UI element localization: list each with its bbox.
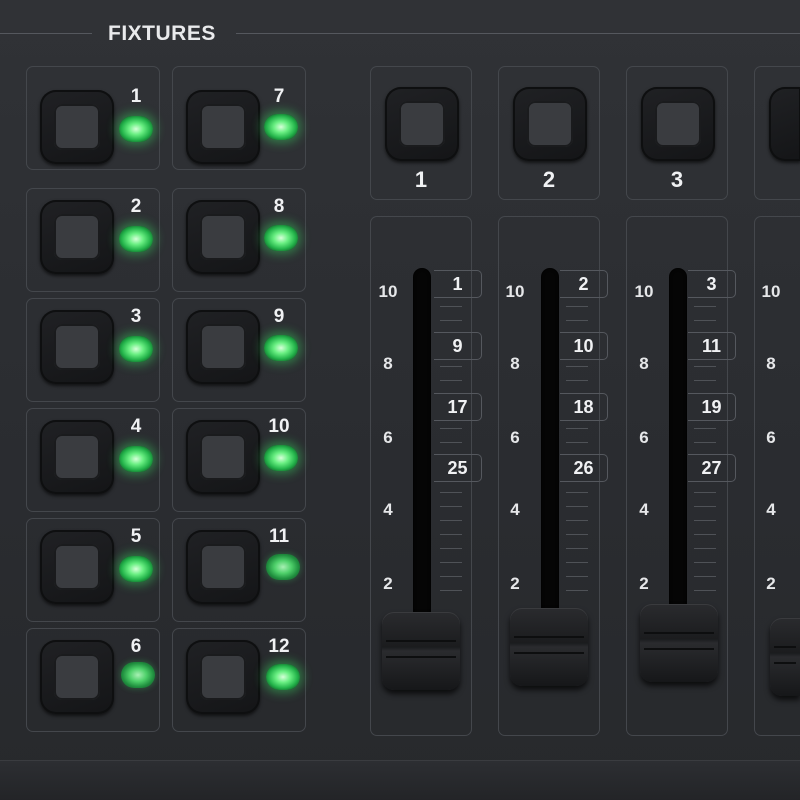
channel-2-tag-4: 26	[560, 454, 608, 482]
fixture-button-2[interactable]	[40, 200, 114, 274]
fixture-label-4: 4	[130, 416, 142, 437]
fader-knob-1[interactable]	[382, 612, 460, 690]
fixture-label-11: 11	[268, 526, 290, 547]
fixture-led-5	[119, 556, 153, 582]
fixture-button-5[interactable]	[40, 530, 114, 604]
scale-label-4: 4	[639, 500, 649, 519]
scale-label-2: 2	[639, 574, 649, 593]
channel-cell-2: 2	[498, 66, 600, 200]
channel-3-tag-3: 19	[688, 393, 736, 421]
channel-cell-1: 1	[370, 66, 472, 200]
fixture-led-2	[119, 226, 153, 252]
fixture-led-8	[264, 225, 298, 251]
channel-label-1: 1	[414, 167, 428, 192]
fixture-label-3: 3	[130, 306, 142, 327]
lighting-console-panel: FIXTURES 1 2 3 4 5 6 7 8 9 10 11 12 1 10…	[0, 0, 800, 800]
fixture-button-1[interactable]	[40, 90, 114, 164]
scale-label-8: 8	[639, 354, 649, 373]
scale-label-10: 10	[761, 282, 781, 301]
channel-button-2[interactable]	[513, 87, 587, 161]
panel-bottom-edge	[0, 760, 800, 800]
scale-label-2: 2	[510, 574, 520, 593]
channel-2-tag-2: 10	[560, 332, 608, 360]
channel-label-2: 2	[542, 167, 556, 192]
fixture-label-5: 5	[130, 526, 142, 547]
scale-label-6: 6	[639, 428, 649, 447]
scale-label-6: 6	[383, 428, 393, 447]
scale-label-6: 6	[510, 428, 520, 447]
fader-knob-4[interactable]	[770, 618, 800, 696]
scale-label-6: 6	[766, 428, 776, 447]
fixture-button-11[interactable]	[186, 530, 260, 604]
fixture-led-6	[121, 662, 155, 688]
section-title: FIXTURES	[108, 22, 216, 45]
channel-button-3[interactable]	[641, 87, 715, 161]
fixture-button-3[interactable]	[40, 310, 114, 384]
fader-knob-2[interactable]	[510, 608, 588, 686]
fixture-button-9[interactable]	[186, 310, 260, 384]
fixture-led-12	[266, 664, 300, 690]
channel-2-tag-1: 2	[560, 270, 608, 298]
scale-label-4: 4	[383, 500, 393, 519]
fixture-label-8: 8	[273, 196, 285, 217]
fixture-label-1: 1	[130, 86, 142, 107]
section-divider-right	[236, 33, 800, 34]
fixture-label-2: 2	[130, 196, 142, 217]
scale-label-10: 10	[634, 282, 654, 301]
scale-label-8: 8	[383, 354, 393, 373]
channel-cell-3: 3	[626, 66, 728, 200]
fixture-button-4[interactable]	[40, 420, 114, 494]
channel-3-tag-4: 27	[688, 454, 736, 482]
fixture-led-9	[264, 335, 298, 361]
fixture-button-10[interactable]	[186, 420, 260, 494]
fader-track-1	[413, 268, 431, 648]
scale-label-10: 10	[505, 282, 525, 301]
scale-label-8: 8	[766, 354, 776, 373]
section-divider-left	[0, 33, 92, 34]
channel-1-tag-4: 25	[434, 454, 482, 482]
fixture-label-10: 10	[268, 416, 290, 437]
fader-track-2	[541, 268, 559, 648]
fixture-label-12: 12	[268, 636, 290, 657]
fixture-label-6: 6	[130, 636, 142, 657]
fixture-button-7[interactable]	[186, 90, 260, 164]
fixture-button-6[interactable]	[40, 640, 114, 714]
scale-label-8: 8	[510, 354, 520, 373]
channel-2-tag-3: 18	[560, 393, 608, 421]
channel-3-tag-2: 11	[688, 332, 736, 360]
fixture-led-1	[119, 116, 153, 142]
fixture-led-3	[119, 336, 153, 362]
channel-button-4[interactable]	[769, 87, 800, 161]
channel-button-1[interactable]	[385, 87, 459, 161]
fixture-button-12[interactable]	[186, 640, 260, 714]
scale-label-2: 2	[766, 574, 776, 593]
channel-1-tag-2: 9	[434, 332, 482, 360]
channel-1-tag-3: 17	[434, 393, 482, 421]
fixture-led-10	[264, 445, 298, 471]
fixture-label-7: 7	[273, 86, 285, 107]
fixture-label-9: 9	[273, 306, 285, 327]
scale-label-4: 4	[766, 500, 776, 519]
scale-label-10: 10	[378, 282, 398, 301]
fixture-button-8[interactable]	[186, 200, 260, 274]
fader-knob-3[interactable]	[640, 604, 718, 682]
channel-1-tag-1: 1	[434, 270, 482, 298]
fixture-led-7	[264, 114, 298, 140]
fader-track-3	[669, 268, 687, 648]
channel-cell-4	[754, 66, 800, 200]
channel-3-tag-1: 3	[688, 270, 736, 298]
scale-label-4: 4	[510, 500, 520, 519]
scale-label-2: 2	[383, 574, 393, 593]
fixture-led-4	[119, 446, 153, 472]
fixture-led-11	[266, 554, 300, 580]
channel-label-3: 3	[670, 167, 684, 192]
